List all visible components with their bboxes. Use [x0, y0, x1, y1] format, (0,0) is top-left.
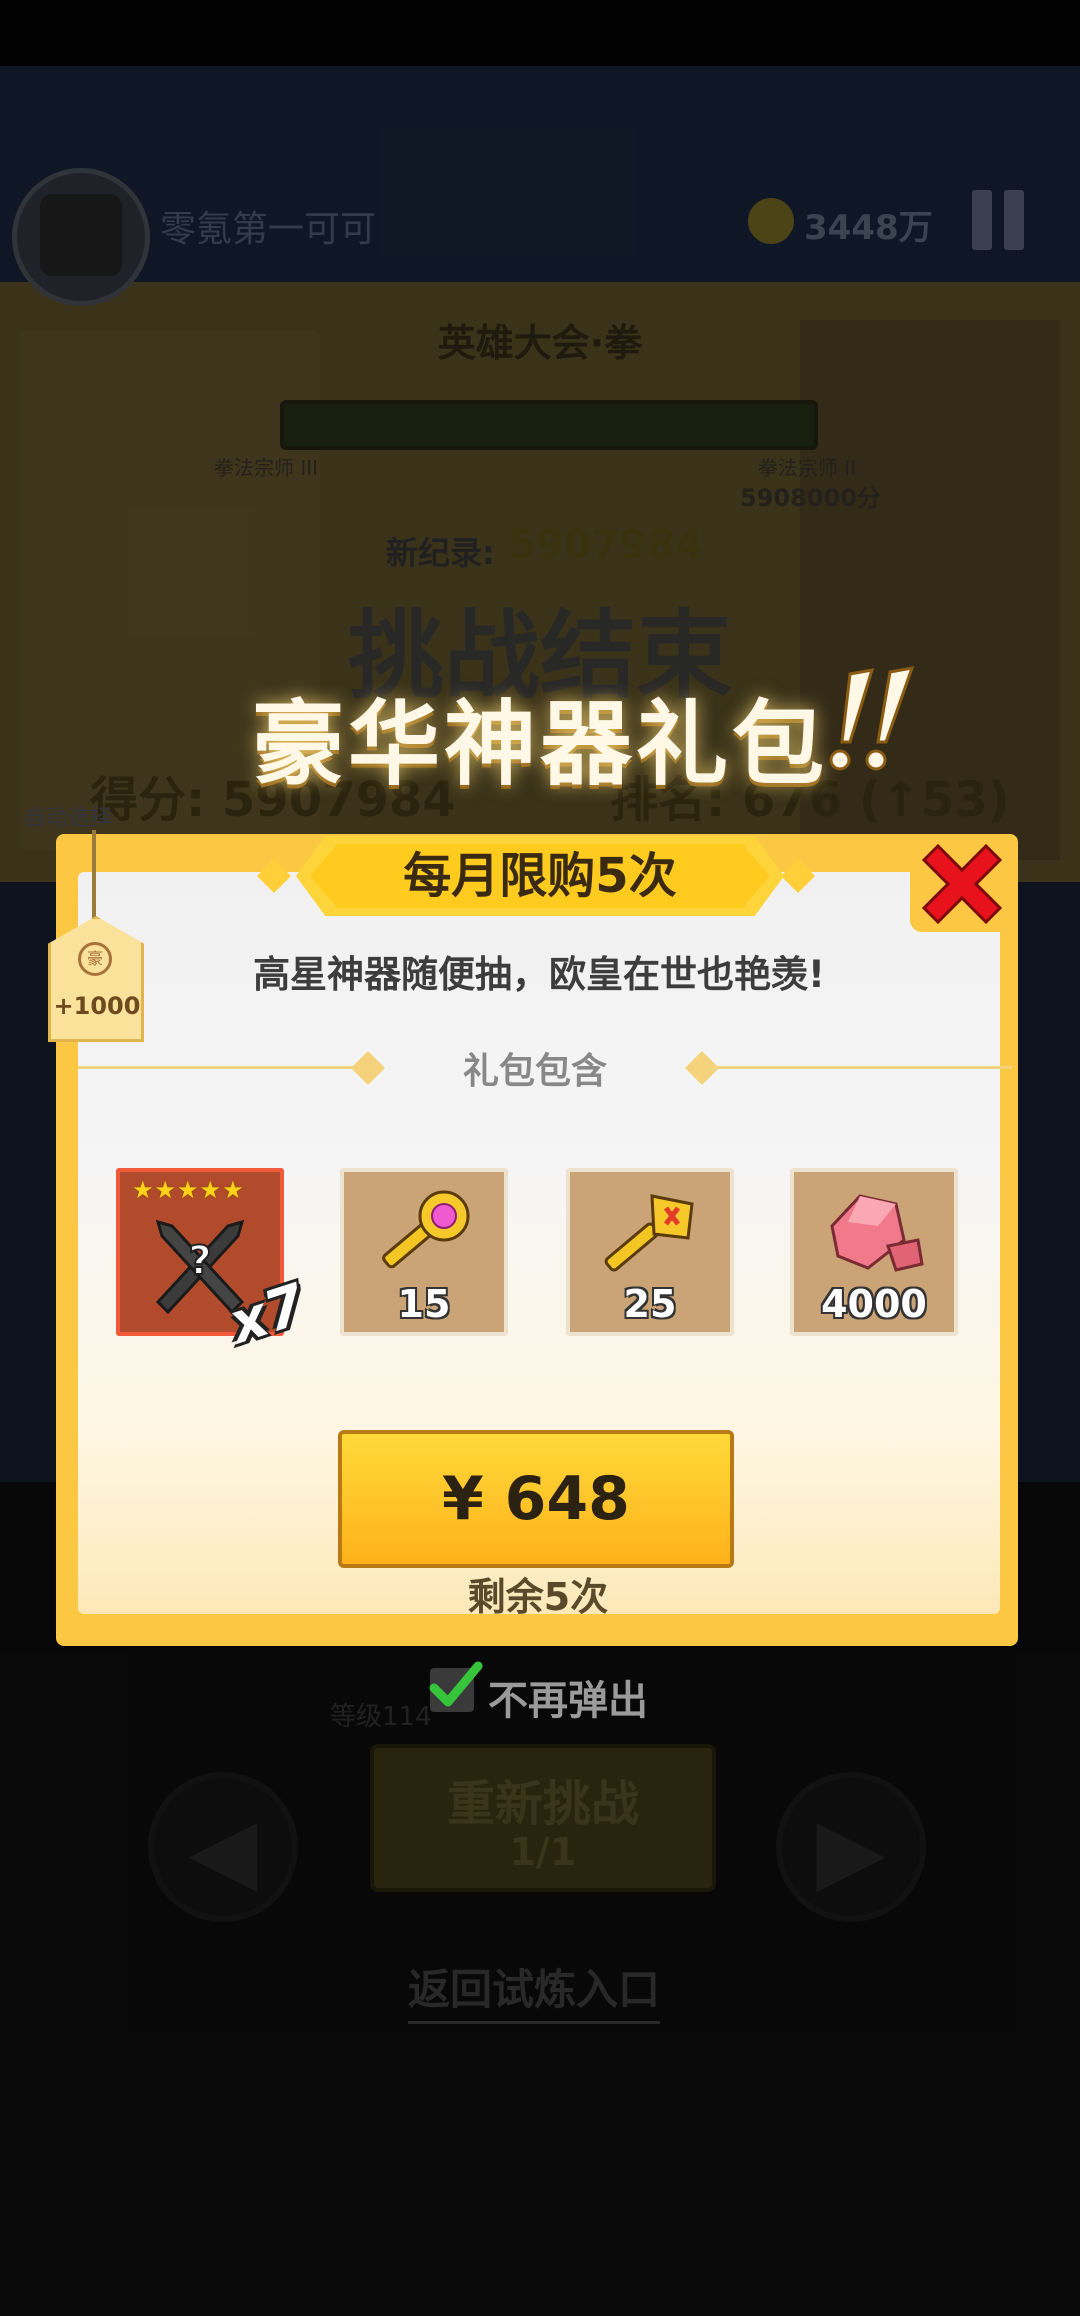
checkmark-icon: [429, 1661, 483, 1707]
dont-show-again-checkbox[interactable]: [429, 1661, 483, 1712]
dont-show-again-label[interactable]: 不再弹出: [488, 1668, 648, 1726]
double-exclamation-icon: [829, 666, 915, 771]
close-icon: [921, 843, 1003, 925]
five-star-rating: ★★★★★: [132, 1176, 245, 1204]
buy-button[interactable]: ¥ 648: [338, 1430, 734, 1568]
pack-description: 高星神器随便抽，欧皇在世也艳羡!: [253, 953, 825, 996]
item-gold-key[interactable]: 25: [566, 1168, 734, 1336]
tag-string: [92, 830, 96, 920]
gem-quantity: 4000: [821, 1282, 927, 1326]
gold-key-icon: [604, 1194, 694, 1272]
item-pink-key[interactable]: 15: [340, 1168, 508, 1336]
gold-key-quantity: 25: [623, 1282, 677, 1326]
svg-text:?: ?: [188, 1238, 211, 1284]
divider-right: [700, 1066, 1012, 1069]
close-button[interactable]: [910, 836, 1014, 932]
section-label: 礼包包含: [462, 1051, 607, 1092]
purchase-limit-header: 每月限购5次: [403, 848, 677, 904]
pink-key-icon: [382, 1190, 470, 1269]
pink-key-quantity: 15: [397, 1282, 451, 1326]
gem-icon: [830, 1194, 924, 1272]
item-gem[interactable]: 4000: [790, 1168, 958, 1336]
remaining-purchases: 剩余5次: [467, 1575, 609, 1619]
buy-price: ¥ 648: [442, 1464, 630, 1534]
divider-left: [78, 1066, 368, 1069]
